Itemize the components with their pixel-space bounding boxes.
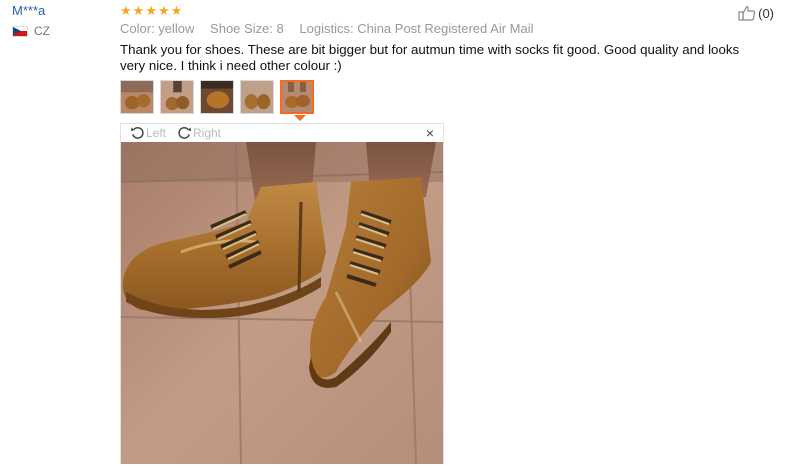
photo-thumbnail[interactable] [240,80,274,114]
rotate-right-label: Right [193,125,222,140]
reviewer-country: CZ [12,24,50,38]
czech-flag-icon [12,25,28,37]
attribute-shoe-size: Shoe Size: 8 [210,21,284,36]
close-viewer-button[interactable]: × [426,126,434,140]
viewer-toolbar: Left Right × [121,124,443,142]
helpful-button[interactable]: (0) [738,5,774,21]
star-icon: ★ [120,3,132,18]
photo-thumbnail-active[interactable] [280,80,314,114]
star-icon: ★ [145,3,157,18]
star-icon: ★ [170,3,183,18]
star-rating: ★ ★ ★ ★ ★ [120,4,182,17]
rotate-right-icon [178,127,192,139]
rotate-left-icon [130,127,144,139]
photo-thumbnail[interactable] [120,80,154,114]
rotate-left-label: Left [146,125,167,140]
photo-viewer: Left Right × [120,123,444,464]
rotate-right-button[interactable]: Right [177,125,221,140]
active-thumbnail-caret [294,115,306,121]
rotate-left-button[interactable]: Left [130,125,166,140]
review-text: Thank you for shoes. These are bit bigge… [120,42,740,73]
star-icon: ★ [157,3,170,18]
reviewer-name: M***a [12,3,46,18]
photo-thumbnails [120,80,314,114]
review-attributes: Color: yellow Shoe Size: 8 Logistics: Ch… [120,21,546,36]
review-photo [121,142,443,464]
attribute-logistics: Logistics: China Post Registered Air Mai… [299,21,534,36]
thumbs-up-icon [738,6,756,21]
country-code: CZ [34,24,50,38]
star-icon: ★ [132,3,145,18]
helpful-count: (0) [758,5,774,21]
attribute-color: Color: yellow [120,21,195,36]
photo-thumbnail[interactable] [200,80,234,114]
photo-thumbnail[interactable] [160,80,194,114]
